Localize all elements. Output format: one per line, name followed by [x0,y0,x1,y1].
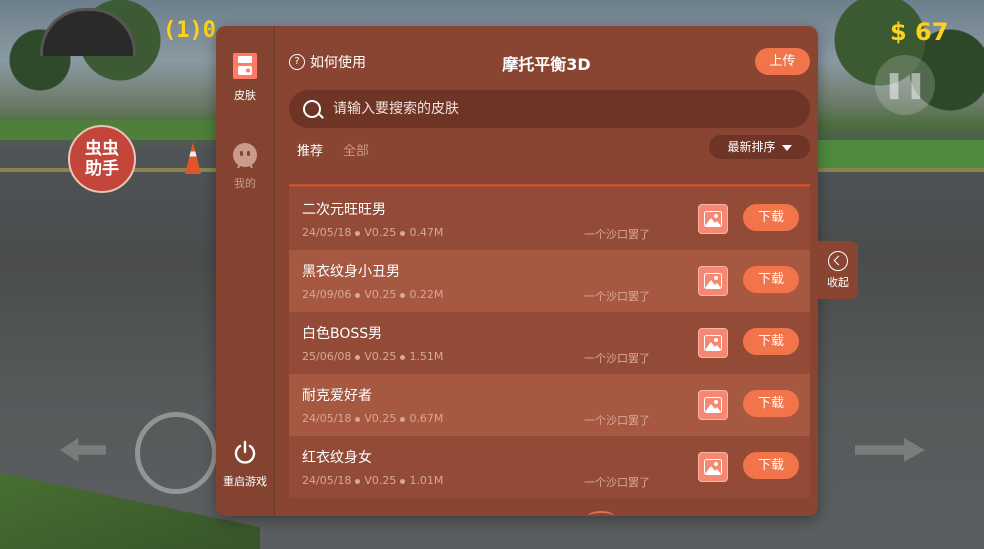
skin-meta: 24/09/06 V0.25 0.22M [302,288,443,301]
skin-author: 一个沙口罢了 [584,352,650,365]
sidebar-item-label: 我的 [234,177,256,190]
skin-version: V0.25 [364,474,397,487]
page-title: 摩托平衡3D [502,55,591,74]
sort-label: 最新排序 [727,140,776,154]
sidebar: 皮肤 我的 重启游戏 [216,26,275,516]
dot-separator [400,292,406,298]
skin-date: 24/05/18 [302,412,352,425]
dot-separator [355,416,361,422]
image-preview-icon[interactable] [698,328,728,358]
dot-separator [400,354,406,360]
skin-panel: 皮肤 我的 重启游戏 ? 如何使用 摩托平衡3D 上传 请输入要搜索的皮肤 推荐… [216,26,818,516]
tab-all[interactable]: 全部 [343,140,369,159]
skin-name: 黑衣纹身小丑男 [302,264,400,280]
skin-meta: 24/05/18 V0.25 1.01M [302,474,443,487]
image-preview-icon[interactable] [698,204,728,234]
sidebar-item-label: 皮肤 [234,89,256,102]
dot-separator [355,292,361,298]
dot-separator [355,478,361,484]
download-button[interactable]: 下载 [743,452,799,479]
upload-button[interactable]: 上传 [755,48,810,75]
skin-size: 0.22M [409,288,444,301]
download-button[interactable]: 下载 [743,390,799,417]
tab-recommended[interactable]: 推荐 [297,140,323,159]
skin-meta: 25/06/08 V0.25 1.51M [302,350,443,363]
dot-separator [400,416,406,422]
skin-list: 二次元旺旺男 24/05/18 V0.25 0.47M 一个沙口罢了 下载 黑衣纹身… [289,188,810,498]
dot-separator [355,230,361,236]
search-bar [289,90,810,128]
face-icon [233,143,257,169]
main-content: ? 如何使用 摩托平衡3D 上传 推荐 全部 最新排序 二次元旺旺男 24/05… [275,26,818,516]
download-button[interactable]: 下载 [743,328,799,355]
skin-date: 24/05/18 [302,474,352,487]
collapse-label: 收起 [827,276,849,289]
chongchong-assistant-button[interactable]: 虫虫助手 [68,125,136,193]
skin-date: 24/05/18 [302,226,352,239]
skin-author: 一个沙口罢了 [584,476,650,489]
skin-name: 耐克爱好者 [302,388,372,404]
skin-version: V0.25 [364,226,397,239]
skin-list-item[interactable]: 耐克爱好者 24/05/18 V0.25 0.67M 一个沙口罢了 下载 [289,374,810,436]
download-button[interactable]: 下载 [743,204,799,231]
search-icon [303,100,321,118]
skin-meta: 24/05/18 V0.25 0.67M [302,412,443,425]
list-divider [289,184,810,187]
sidebar-item-restart[interactable]: 重启游戏 [216,440,274,489]
money-counter: $ 67 [890,18,949,46]
image-preview-icon[interactable] [698,266,728,296]
skin-size: 0.47M [409,226,444,239]
skin-author: 一个沙口罢了 [584,414,650,427]
dot-separator [355,354,361,360]
skin-icon [233,53,257,79]
chevron-left-icon [828,251,848,271]
sort-dropdown[interactable]: 最新排序 [709,135,810,159]
skin-size: 0.67M [409,412,444,425]
skin-list-item[interactable]: 白色BOSS男 25/06/08 V0.25 1.51M 一个沙口罢了 下载 [289,312,810,374]
lives-counter: (1)0 [163,18,216,43]
skin-date: 24/09/06 [302,288,352,301]
traffic-cone [185,142,201,174]
skin-list-item[interactable]: 红衣纹身女 24/05/18 V0.25 1.01M 一个沙口罢了 下载 [289,436,810,498]
sidebar-item-label: 重启游戏 [223,475,267,488]
sidebar-item-mine[interactable]: 我的 [216,142,274,191]
skin-meta: 24/05/18 V0.25 0.47M [302,226,443,239]
grass-strip-right [818,140,984,168]
download-button[interactable]: 下载 [743,266,799,293]
skin-author: 一个沙口罢了 [584,290,650,303]
search-input[interactable] [331,100,795,118]
skin-version: V0.25 [364,350,397,363]
skin-size: 1.01M [409,474,444,487]
caret-down-icon [781,144,792,151]
skin-list-item[interactable]: 黑衣纹身小丑男 24/09/06 V0.25 0.22M 一个沙口罢了 下载 [289,250,810,312]
pause-button[interactable]: ❚❚ [875,55,935,115]
skin-version: V0.25 [364,288,397,301]
image-preview-icon[interactable] [698,452,728,482]
skin-name: 红衣纹身女 [302,450,372,466]
joystick[interactable] [135,412,217,494]
dot-separator [400,478,406,484]
skin-name: 白色BOSS男 [302,326,383,342]
sidebar-item-skin[interactable]: 皮肤 [216,52,274,103]
dot-separator [400,230,406,236]
scroll-more-indicator [588,511,614,516]
skin-name: 二次元旺旺男 [302,202,386,218]
chongchong-label: 虫虫助手 [85,139,119,179]
skin-date: 25/06/08 [302,350,352,363]
skin-size: 1.51M [409,350,444,363]
filter-tabs: 推荐 全部 [297,140,369,159]
lean-right-arrow-icon[interactable] [855,438,925,462]
skin-version: V0.25 [364,412,397,425]
skin-author: 一个沙口罢了 [584,228,650,241]
power-icon [234,440,256,464]
lean-left-arrow-icon[interactable] [60,438,106,462]
skin-list-item[interactable]: 二次元旺旺男 24/05/18 V0.25 0.47M 一个沙口罢了 下载 [289,188,810,250]
image-preview-icon[interactable] [698,390,728,420]
collapse-button[interactable]: 收起 [818,241,858,299]
